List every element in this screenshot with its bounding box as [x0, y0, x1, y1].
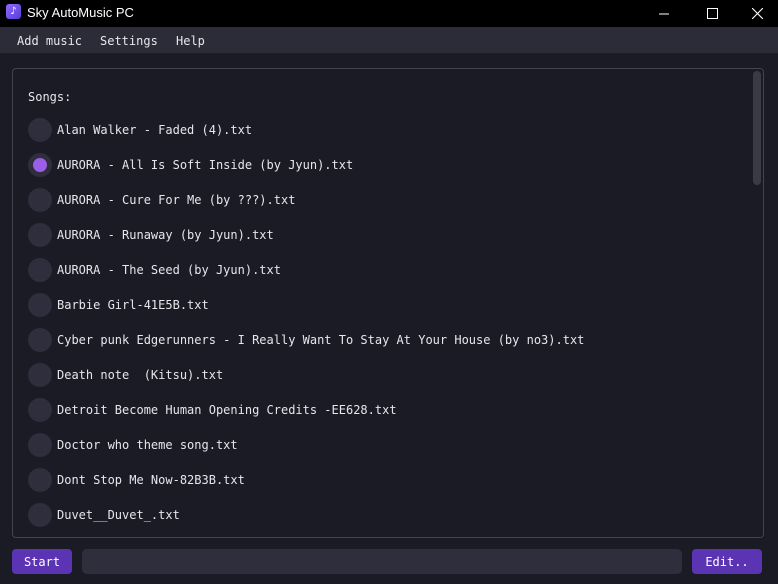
menu-settings[interactable]: Settings: [100, 34, 158, 48]
song-label: Alan Walker - Faded (4).txt: [57, 123, 253, 137]
song-radio[interactable]: [28, 468, 52, 492]
song-item[interactable]: AURORA - The Seed (by Jyun).txt: [28, 257, 748, 283]
song-radio[interactable]: [28, 118, 52, 142]
song-item[interactable]: Duvet__Duvet_.txt: [28, 502, 748, 528]
song-item[interactable]: AURORA - All Is Soft Inside (by Jyun).tx…: [28, 152, 748, 178]
song-radio[interactable]: [28, 188, 52, 212]
song-item[interactable]: Barbie Girl-41E5B.txt: [28, 292, 748, 318]
title-bar: ♪ Sky AutoMusic PC: [0, 0, 778, 27]
song-item[interactable]: Death note (Kitsu).txt: [28, 362, 748, 388]
song-radio[interactable]: [28, 223, 52, 247]
song-label: Death note (Kitsu).txt: [57, 368, 224, 382]
scrollbar[interactable]: [751, 69, 763, 537]
song-label: AURORA - Runaway (by Jyun).txt: [57, 228, 274, 242]
close-icon: [751, 8, 763, 19]
song-label: Duvet__Duvet_.txt: [57, 508, 180, 522]
song-label: Cyber punk Edgerunners - I Really Want T…: [57, 333, 585, 347]
song-item[interactable]: Doctor who theme song.txt: [28, 432, 748, 458]
song-item[interactable]: Alan Walker - Faded (4).txt: [28, 117, 748, 143]
song-label: Doctor who theme song.txt: [57, 438, 238, 452]
song-radio[interactable]: [28, 398, 52, 422]
song-radio[interactable]: [28, 363, 52, 387]
edit-button[interactable]: Edit..: [692, 549, 762, 574]
song-radio-selected[interactable]: [28, 153, 52, 177]
songs-panel: Songs: Alan Walker - Faded (4).txt AURORA…: [12, 68, 764, 538]
menu-bar: Add music Settings Help: [0, 27, 778, 53]
minimize-icon: [659, 13, 669, 14]
close-button[interactable]: [734, 0, 778, 27]
window-title: Sky AutoMusic PC: [27, 5, 134, 20]
song-label: AURORA - The Seed (by Jyun).txt: [57, 263, 281, 277]
maximize-button[interactable]: [689, 0, 735, 27]
app-music-icon: ♪: [6, 4, 21, 19]
song-label: Barbie Girl-41E5B.txt: [57, 298, 209, 312]
song-item[interactable]: Dont Stop Me Now-82B3B.txt: [28, 467, 748, 493]
song-label: Detroit Become Human Opening Credits -EE…: [57, 403, 397, 417]
menu-add-music[interactable]: Add music: [17, 34, 82, 48]
song-radio[interactable]: [28, 328, 52, 352]
songs-label: Songs:: [28, 90, 72, 104]
start-button[interactable]: Start: [12, 549, 72, 574]
song-radio[interactable]: [28, 258, 52, 282]
song-radio[interactable]: [28, 293, 52, 317]
song-item[interactable]: Cyber punk Edgerunners - I Really Want T…: [28, 327, 748, 353]
song-label: AURORA - Cure For Me (by ???).txt: [57, 193, 296, 207]
maximize-icon: [706, 8, 718, 19]
song-item[interactable]: AURORA - Cure For Me (by ???).txt: [28, 187, 748, 213]
minimize-button[interactable]: [641, 0, 687, 27]
song-radio[interactable]: [28, 503, 52, 527]
song-radio[interactable]: [28, 433, 52, 457]
menu-help[interactable]: Help: [176, 34, 205, 48]
song-item[interactable]: Detroit Become Human Opening Credits -EE…: [28, 397, 748, 423]
song-label: AURORA - All Is Soft Inside (by Jyun).tx…: [57, 158, 354, 172]
song-item[interactable]: AURORA - Runaway (by Jyun).txt: [28, 222, 748, 248]
progress-bar: [82, 549, 682, 574]
song-label: Dont Stop Me Now-82B3B.txt: [57, 473, 245, 487]
scrollbar-thumb[interactable]: [753, 71, 761, 185]
